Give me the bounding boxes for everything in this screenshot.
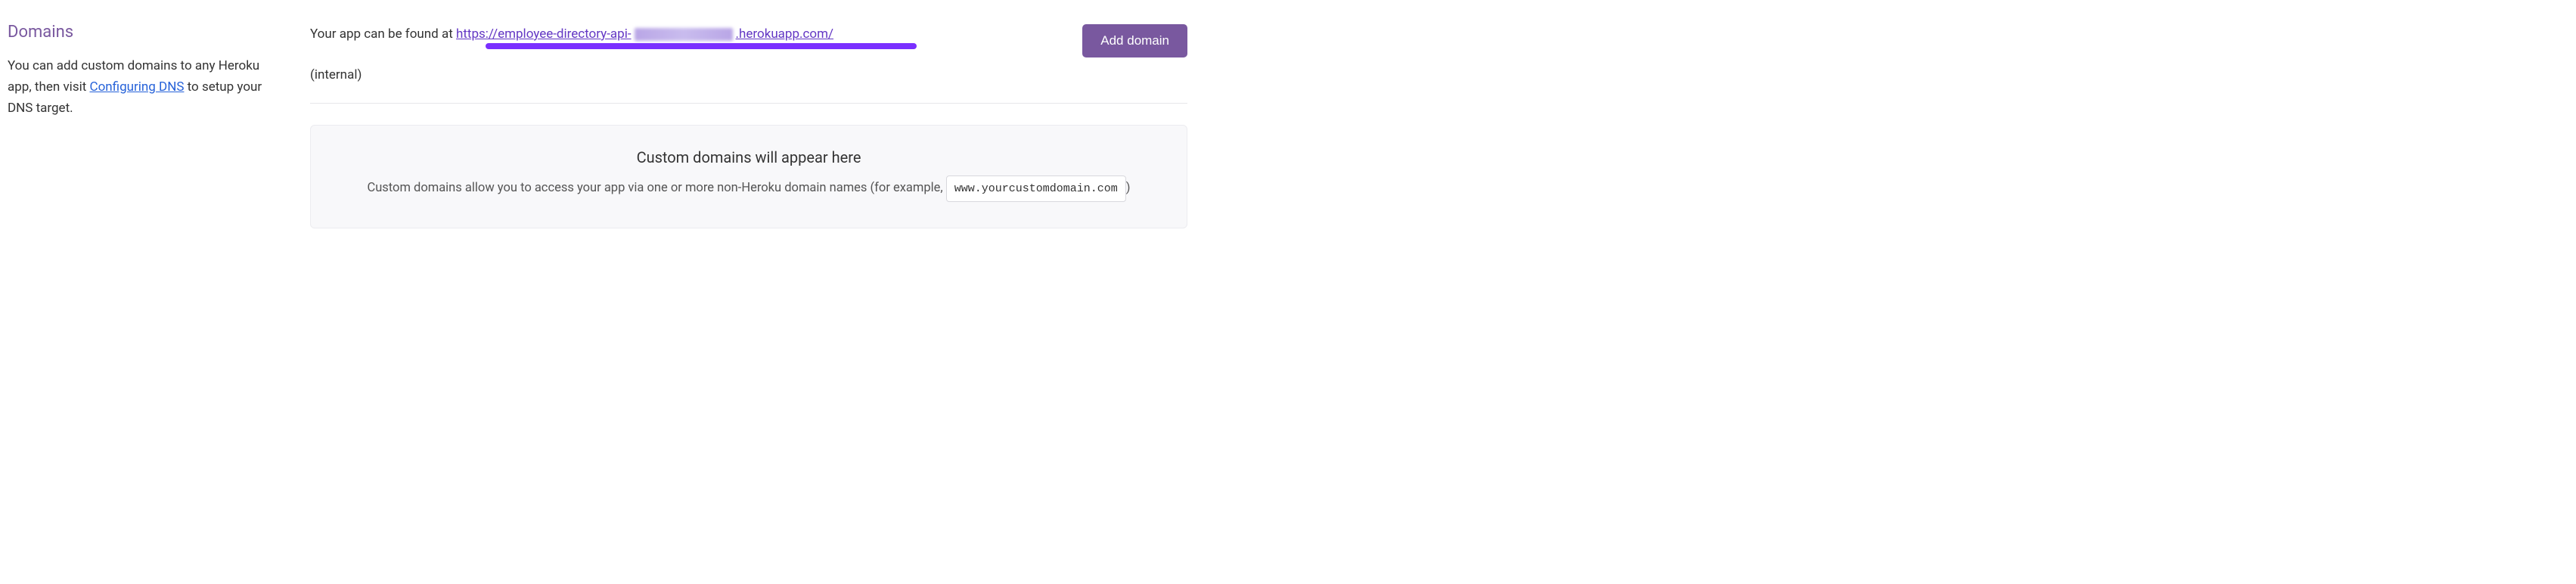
app-url-part1: https://employee-directory-api- [456, 26, 632, 42]
app-url-link[interactable]: https://employee-directory-api- .herokuap… [456, 24, 833, 45]
empty-desc-before: Custom domains allow you to access your … [367, 181, 945, 195]
empty-desc-after: ) [1126, 181, 1131, 195]
add-domain-button[interactable]: Add domain [1082, 24, 1187, 57]
empty-state-title: Custom domains will appear here [341, 148, 1156, 166]
section-description: You can add custom domains to any Heroku… [8, 55, 272, 119]
configuring-dns-link[interactable]: Configuring DNS [90, 79, 185, 95]
app-url-suffix: (internal) [310, 67, 362, 82]
app-url-block: Your app can be found at https://employe… [310, 24, 1060, 86]
domains-content: Your app can be found at https://employe… [310, 15, 1187, 228]
app-url-prefix: Your app can be found at [310, 26, 456, 42]
section-title: Domains [8, 23, 272, 42]
example-domain-code: www.yourcustomdomain.com [946, 176, 1126, 202]
app-url-part2: .herokuapp.com/ [736, 26, 833, 42]
custom-domains-empty-state: Custom domains will appear here Custom d… [310, 125, 1187, 228]
header-row: Your app can be found at https://employe… [310, 15, 1187, 104]
domains-sidebar: Domains You can add custom domains to an… [8, 15, 272, 228]
empty-state-description: Custom domains allow you to access your … [341, 176, 1156, 202]
app-url-redacted-segment [635, 28, 733, 41]
